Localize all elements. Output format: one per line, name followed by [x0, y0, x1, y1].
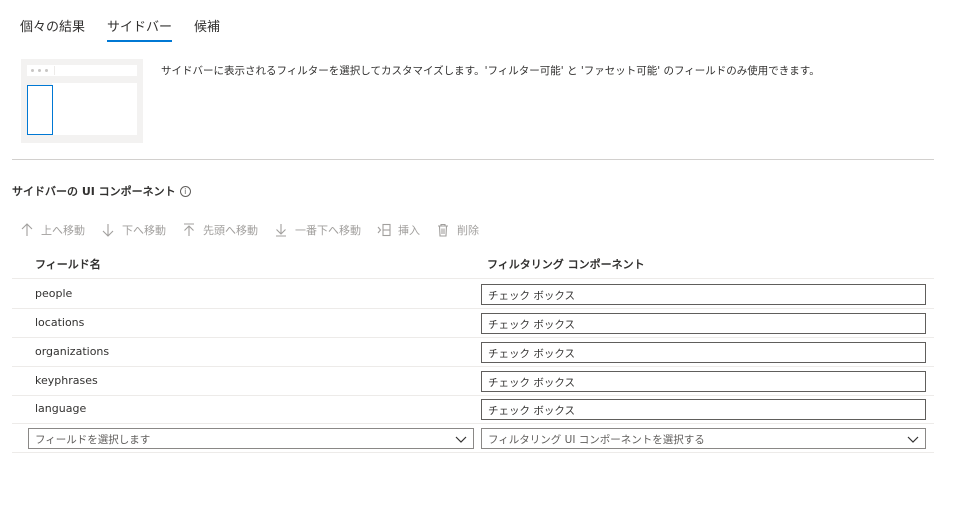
- insert-row-icon: [377, 222, 391, 238]
- component-select-placeholder: フィルタリング UI コンポーネントを選択する: [488, 434, 705, 446]
- table-row[interactable]: language チェック ボックス: [12, 395, 934, 424]
- move-to-top-label: 先頭へ移動: [203, 224, 258, 237]
- tab-individual-results[interactable]: 個々の結果: [20, 12, 85, 42]
- component-field[interactable]: チェック ボックス: [481, 371, 926, 392]
- arrow-to-bottom-icon: [274, 222, 288, 238]
- arrow-down-icon: [101, 222, 115, 238]
- table-row[interactable]: organizations チェック ボックス: [12, 338, 934, 367]
- trash-icon: [436, 222, 450, 238]
- section-divider: [12, 159, 934, 160]
- table-header: フィールド名 フィルタリング コンポーネント: [12, 248, 934, 279]
- move-up-button[interactable]: 上へ移動: [20, 222, 85, 238]
- component-select-dropdown[interactable]: フィルタリング UI コンポーネントを選択する: [481, 428, 926, 449]
- field-select-dropdown[interactable]: フィールドを選択します: [28, 428, 474, 449]
- tab-bar: 個々の結果 サイドバー 候補: [20, 12, 242, 42]
- insert-label: 挿入: [398, 224, 420, 237]
- table-row[interactable]: keyphrases チェック ボックス: [12, 367, 934, 396]
- move-up-label: 上へ移動: [41, 224, 85, 237]
- arrow-up-icon: [20, 222, 34, 238]
- insert-button[interactable]: 挿入: [377, 222, 420, 238]
- new-filter-row: フィールドを選択します フィルタリング UI コンポーネントを選択する: [12, 424, 934, 453]
- illustration-sidebar-highlight: [27, 85, 53, 135]
- field-name-cell: organizations: [35, 345, 110, 358]
- column-header-field[interactable]: フィールド名: [35, 256, 101, 272]
- section-title-text: サイドバーの UI コンポーネント: [12, 185, 176, 198]
- move-down-button[interactable]: 下へ移動: [101, 222, 166, 238]
- component-field[interactable]: チェック ボックス: [481, 313, 926, 334]
- field-name-cell: people: [35, 287, 73, 300]
- column-header-component[interactable]: フィルタリング コンポーネント: [487, 256, 645, 272]
- sidebar-description: サイドバーに表示されるフィルターを選択してカスタマイズします。'フィルター可能'…: [161, 65, 820, 77]
- table-row[interactable]: locations チェック ボックス: [12, 309, 934, 338]
- tab-suggestions[interactable]: 候補: [194, 12, 220, 42]
- move-to-top-button[interactable]: 先頭へ移動: [182, 222, 258, 238]
- illustration-dots: [31, 69, 48, 72]
- table-row[interactable]: people チェック ボックス: [12, 280, 934, 309]
- sidebar-layout-illustration: [21, 59, 143, 143]
- chevron-down-icon: [907, 436, 919, 443]
- illustration-content-area: [52, 83, 137, 135]
- move-down-label: 下へ移動: [122, 224, 166, 237]
- field-name-cell: locations: [35, 316, 85, 329]
- arrow-to-top-icon: [182, 222, 196, 238]
- component-field[interactable]: チェック ボックス: [481, 284, 926, 305]
- move-to-bottom-button[interactable]: 一番下へ移動: [274, 222, 361, 238]
- field-name-cell: language: [35, 402, 87, 415]
- move-to-bottom-label: 一番下へ移動: [295, 224, 361, 237]
- sidebar-settings-page: 個々の結果 サイドバー 候補 サイドバーに表示されるフィルターを選択してカスタマ…: [0, 0, 956, 524]
- toolbar: 上へ移動 下へ移動 先頭へ移動 一番下へ移動 挿入 削除: [20, 222, 495, 238]
- field-name-cell: keyphrases: [35, 374, 98, 387]
- info-icon[interactable]: i: [179, 185, 191, 197]
- field-select-placeholder: フィールドを選択します: [35, 434, 151, 446]
- tab-sidebar[interactable]: サイドバー: [107, 12, 173, 42]
- illustration-search-bar: [54, 66, 137, 75]
- chevron-down-icon: [455, 436, 467, 443]
- section-title: サイドバーの UI コンポーネント i: [12, 183, 191, 199]
- delete-label: 削除: [457, 224, 479, 237]
- component-field[interactable]: チェック ボックス: [481, 399, 926, 420]
- delete-button[interactable]: 削除: [436, 222, 479, 238]
- component-field[interactable]: チェック ボックス: [481, 342, 926, 363]
